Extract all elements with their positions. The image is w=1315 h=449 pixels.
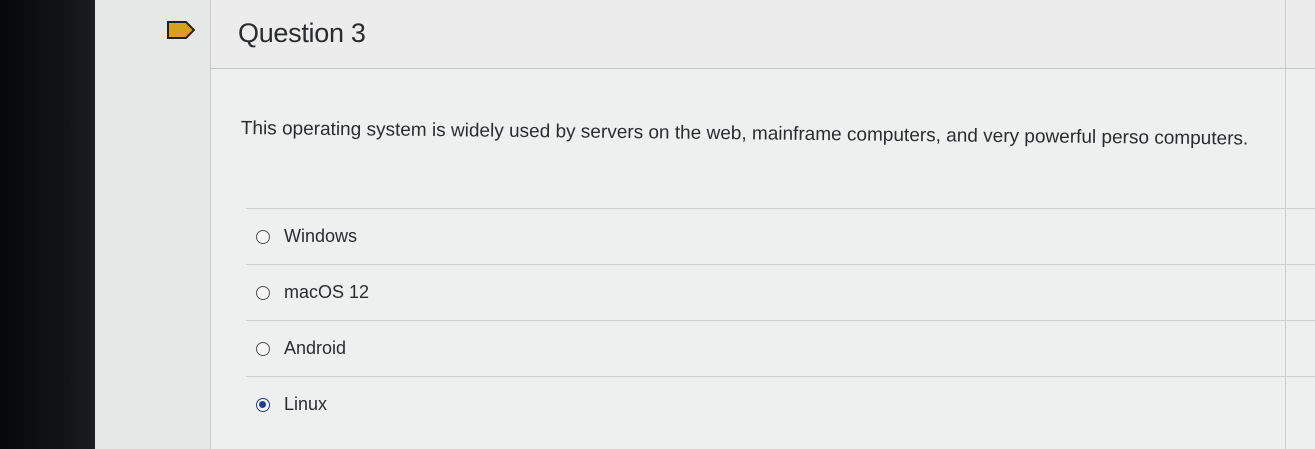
question-card: Question 3 This operating system is wide…	[210, 0, 1315, 449]
radio-button[interactable]	[256, 341, 270, 356]
monitor-bezel	[0, 0, 95, 449]
answer-label: macOS 12	[284, 282, 370, 302]
question-header: Question 3	[211, 0, 1315, 69]
answer-label: Windows	[284, 226, 358, 246]
answer-option-macos[interactable]: macOS 12	[246, 264, 1315, 320]
left-gutter	[95, 0, 210, 449]
radio-button[interactable]	[256, 285, 270, 300]
answer-option-android[interactable]: Android	[246, 320, 1315, 376]
flag-question-icon[interactable]	[167, 20, 195, 40]
radio-button-selected[interactable]	[256, 397, 270, 412]
radio-button[interactable]	[256, 229, 270, 244]
answer-label: Linux	[284, 394, 328, 414]
answer-label: Android	[284, 338, 347, 358]
answer-option-windows[interactable]: Windows	[246, 208, 1315, 264]
question-text: This operating system is widely used by …	[240, 117, 1249, 150]
answer-list: Windows macOS 12 Android Linux	[246, 208, 1315, 432]
answer-option-linux[interactable]: Linux	[246, 376, 1315, 432]
screen: Question 3 This operating system is wide…	[0, 0, 1315, 449]
question-title: Question 3	[238, 18, 366, 48]
